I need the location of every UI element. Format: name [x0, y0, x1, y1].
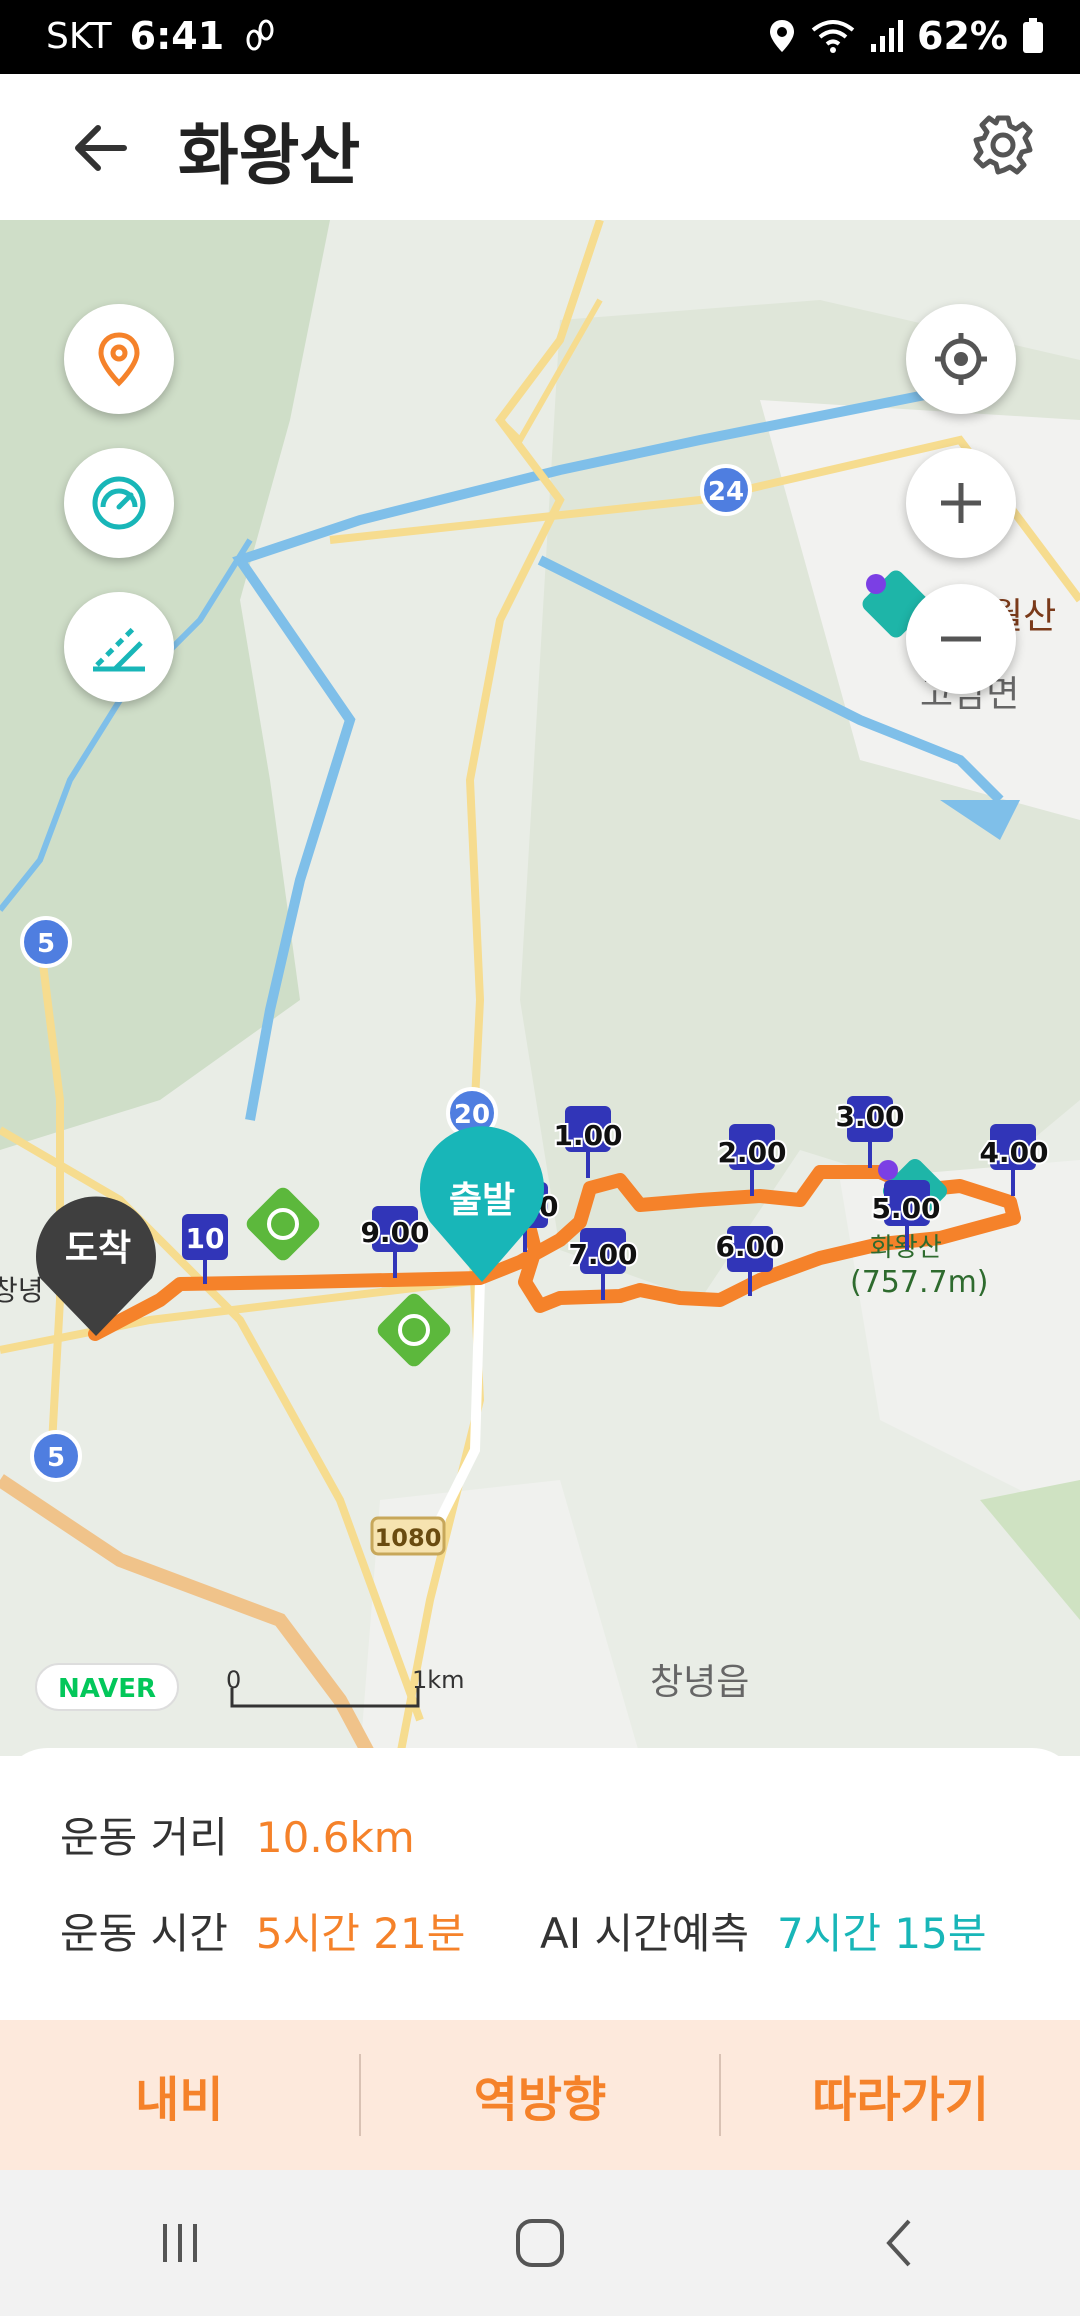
my-location-button[interactable]: [906, 304, 1016, 414]
svg-text:7.00: 7.00: [568, 1238, 637, 1271]
svg-text:9.00: 9.00: [360, 1216, 429, 1249]
ai-prediction-value: 7시간 15분: [777, 1909, 987, 1958]
page-title: 화왕산: [178, 117, 361, 194]
town-label-changnyeong-eup: 창녕읍: [650, 1662, 749, 1703]
action-bar: 내비 역방향 따라가기: [0, 2020, 1080, 2170]
home-button[interactable]: [480, 2203, 600, 2283]
svg-text:6.00: 6.00: [715, 1230, 784, 1263]
minus-icon: [941, 636, 981, 642]
back-arrow-icon[interactable]: [70, 118, 130, 178]
home-icon: [516, 2219, 564, 2267]
svg-text:도착: 도착: [65, 1228, 131, 1269]
carrier-label: SKT: [46, 15, 112, 57]
clock: 6:41: [129, 14, 225, 58]
time-label: 운동 시간: [60, 1909, 228, 1958]
stats-sheet: 운동 거리 10.6km 운동 시간 5시간 21분 AI 시간예측 7시간 1…: [0, 1748, 1080, 2020]
road-shield: 1080: [370, 1516, 446, 1556]
ai-prediction-label: AI 시간예측: [540, 1909, 750, 1958]
svg-text:24: 24: [708, 477, 744, 507]
park-icon: [377, 1293, 451, 1367]
svg-text:20: 20: [454, 1100, 490, 1130]
navi-button[interactable]: 내비: [0, 2020, 359, 2170]
location-pin-button[interactable]: [64, 304, 174, 414]
svg-text:출발: 출발: [449, 1180, 515, 1221]
slope-icon: [93, 625, 145, 672]
plus-icon: [941, 483, 981, 523]
road-shield: 5: [30, 1430, 82, 1482]
crosshair-icon: [935, 333, 987, 385]
naver-logo: NAVER: [35, 1663, 179, 1711]
speedometer-icon: [92, 476, 146, 530]
svg-text:1.00: 1.00: [553, 1119, 622, 1152]
time-row: 운동 시간 5시간 21분: [60, 1900, 465, 1961]
km-marker: 9.00: [358, 1206, 432, 1278]
zoom-out-button[interactable]: [906, 584, 1016, 694]
svg-text:5: 5: [47, 1443, 65, 1473]
zoom-in-button[interactable]: [906, 448, 1016, 558]
time-value: 5시간 21분: [255, 1909, 466, 1958]
map-view[interactable]: 월산 고암면 창녕읍 창녕 화왕산 (757.7m) 24 5 20 5 108…: [0, 220, 1080, 1756]
town-label-changnyeong: 창녕: [0, 1274, 44, 1307]
ai-prediction-row: AI 시간예측 7시간 15분: [540, 1900, 986, 1961]
km-marker: 6.00: [713, 1226, 787, 1296]
reverse-button[interactable]: 역방향: [361, 2020, 720, 2170]
system-nav-bar: [0, 2170, 1080, 2316]
svg-text:5: 5: [37, 929, 55, 959]
svg-text:5.00: 5.00: [871, 1192, 940, 1225]
signal-icon: [871, 20, 904, 52]
distance-row: 운동 거리 10.6km: [60, 1804, 415, 1865]
battery-percent: 62%: [917, 14, 1008, 58]
slope-button[interactable]: [64, 592, 174, 702]
park-icon: [246, 1187, 320, 1261]
peak-elevation-label: (757.7m): [850, 1265, 989, 1300]
recents-button[interactable]: [120, 2203, 240, 2283]
speed-button[interactable]: [64, 448, 174, 558]
chevron-left-icon: [886, 2219, 911, 2267]
svg-text:1km: 1km: [412, 1666, 465, 1694]
location-icon: [770, 20, 795, 52]
battery-icon: [1023, 18, 1043, 53]
svg-text:10: 10: [186, 1222, 225, 1255]
back-button[interactable]: [840, 2203, 960, 2283]
svg-text:NAVER: NAVER: [58, 1674, 156, 1704]
svg-text:3.00: 3.00: [835, 1100, 904, 1133]
location-pin-icon: [98, 332, 140, 387]
svg-text:1080: 1080: [375, 1524, 442, 1552]
distance-value: 10.6km: [255, 1813, 415, 1862]
recents-icon: [163, 2224, 197, 2262]
status-bar: SKT 6:41 62%: [0, 0, 1080, 74]
wifi-icon: [811, 20, 855, 53]
distance-label: 운동 거리: [60, 1813, 228, 1862]
road-shield: 24: [700, 464, 752, 516]
app-bar: 화왕산: [0, 74, 1080, 220]
svg-text:0: 0: [226, 1666, 241, 1694]
svg-text:2.00: 2.00: [717, 1136, 786, 1169]
gear-icon[interactable]: [970, 112, 1036, 178]
follow-button[interactable]: 따라가기: [721, 2020, 1080, 2170]
step-icon: [246, 19, 274, 51]
road-shield: 5: [20, 916, 72, 968]
map-canvas: 월산 고암면 창녕읍 창녕 화왕산 (757.7m) 24 5 20 5 108…: [0, 220, 1080, 1756]
svg-text:4.00: 4.00: [979, 1136, 1048, 1169]
